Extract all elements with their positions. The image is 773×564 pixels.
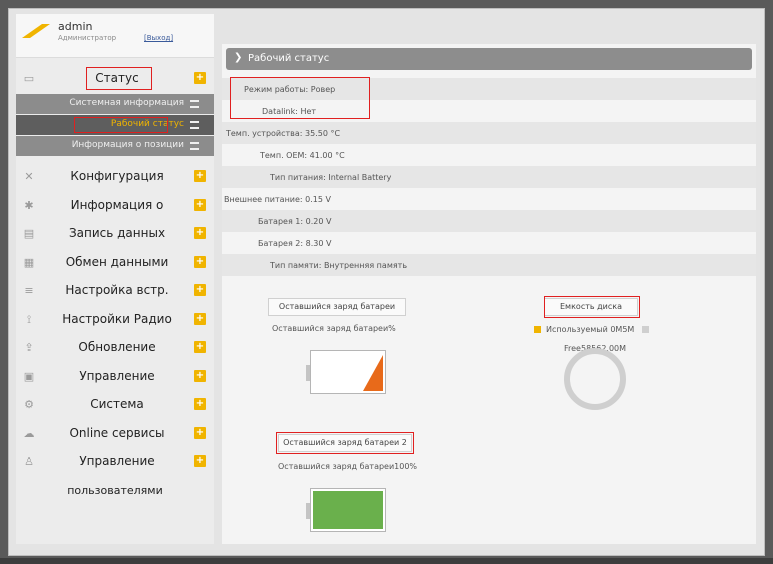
menu-label-system: Система [90,397,144,411]
battery2-value: Батарея 2: 8.30 V [258,239,332,248]
menu-label-builtin-settings: Настройка встр. [65,283,169,297]
status-row-storage-type: Тип памяти: Внутренняя память [222,254,756,276]
submenu-label-system-info: Системная информация [69,98,184,108]
menu-label-data-record: Запись данных [68,226,166,240]
battery2-level-fill [313,491,383,529]
battery1-terminal [306,365,310,381]
expand-icon[interactable]: + [194,427,206,439]
device-temp-value: Темп. устройства: 35.50 °C [226,129,341,138]
list-icon [190,142,199,150]
expand-icon[interactable]: + [194,284,206,296]
submenu-item-position-info[interactable]: Информация о позиции [16,136,214,156]
menu-label-user-management-cont: пользователями [67,484,163,497]
battery1-value: Батарея 1: 0.20 V [258,217,332,226]
menu-label-radio-settings: Настройки Радио [62,312,172,326]
chevron-right-icon: ❯ [234,52,243,63]
menu-item-user-management[interactable]: ♙ Управление + [16,449,214,475]
panel-header: ❯ Рабочий статус [226,48,752,70]
antenna-icon: ⟟ [26,313,32,326]
menu-label-data-exchange: Обмен данными [65,255,169,269]
menu-label-info: Информация о [70,198,164,212]
submenu-item-system-info[interactable]: Системная информация [16,94,214,114]
user-panel: admin Администратор [Выход] [16,14,214,58]
highlight-box-mode [230,77,370,119]
admin-role: Администратор [58,34,117,42]
admin-username: admin [58,20,93,33]
menu-item-builtin-settings[interactable]: ≡ Настройка встр. + [16,278,214,304]
menu-item-info[interactable]: ✱ Информация о + [16,193,214,219]
monitor-icon: ▭ [23,72,35,85]
ext-power-value: Внешнее питание: 0.15 V [224,195,331,204]
record-icon: ▤ [23,227,35,240]
menu-label-config: Конфигурация [70,169,164,183]
menu-label-online-services: Online сервисы [69,426,165,440]
main-panel: ❯ Рабочий статус Режим работы: Ровер Dat… [222,44,756,544]
menu-label-update: Обновление [78,340,156,354]
battery2-caption: Оставшийся заряд батареи100% [278,462,418,471]
expand-icon[interactable]: + [194,341,206,353]
update-icon: ⇪ [24,341,34,354]
gear-icon: ⚙ [24,398,34,411]
menu-item-data-record[interactable]: ▤ Запись данных + [16,221,214,247]
expand-icon[interactable]: + [194,398,206,410]
expand-icon[interactable]: + [194,313,206,325]
oem-temp-value: Темп. OEM: 41.00 °C [260,151,345,160]
menu-item-config[interactable]: ✕ Конфигурация + [16,164,214,190]
expand-icon[interactable]: + [194,370,206,382]
status-row-battery1: Батарея 1: 0.20 V [222,210,756,232]
page-title: Рабочий статус [248,53,330,64]
logout-link[interactable]: [Выход] [144,34,173,42]
status-row-power-type: Тип питания: Internal Battery [222,166,756,188]
sidebar: admin Администратор [Выход] ▭ Статус + С… [16,14,214,544]
highlight-box-battery2 [276,432,414,454]
menu-label-management: Управление [79,369,155,383]
legend-free-swatch [642,326,649,333]
menu-item-update[interactable]: ⇪ Обновление + [16,335,214,361]
list-icon [190,121,199,129]
expand-icon[interactable]: + [194,72,206,84]
highlight-box-disk [544,296,640,318]
submenu-label-position-info: Информация о позиции [71,140,184,150]
legend-used-label: Используемый 0M5M [546,325,635,334]
control-panel-icon: ▣ [23,370,35,383]
storage-type-value: Тип памяти: Внутренняя память [270,261,408,270]
list-icon [190,100,199,108]
sliders-icon: ≡ [24,284,34,297]
wrench-icon: ✕ [24,170,34,183]
status-row-device-temp: Темп. устройства: 35.50 °C [222,122,756,144]
menu-item-system[interactable]: ⚙ Система + [16,392,214,418]
menu-item-radio-settings[interactable]: ⟟ Настройки Радио + [16,307,214,333]
expand-icon[interactable]: + [194,256,206,268]
menu-item-status[interactable]: ▭ Статус + [16,66,214,92]
battery1-level-icon [363,355,383,391]
star-icon: ✱ [24,199,34,212]
battery1-icon [306,350,386,394]
battery2-terminal [306,503,310,519]
battery1-button[interactable]: Оставшийся заряд батареи [268,298,406,316]
highlight-box-work-status [74,117,168,133]
status-row-ext-power: Внешнее питание: 0.15 V [222,188,756,210]
submenu-item-work-status[interactable]: Рабочий статус [16,115,214,135]
expand-icon[interactable]: + [194,170,206,182]
battery2-icon [306,488,386,532]
menu-item-online-services[interactable]: ☁ Online сервисы + [16,421,214,447]
user-icon: ♙ [24,455,34,468]
status-row-oem-temp: Темп. OEM: 41.00 °C [222,144,756,166]
menu-label-user-management: Управление [79,454,155,468]
legend-used-swatch [534,326,541,333]
bottom-bar [0,558,773,564]
logo-icon [22,24,50,38]
cloud-icon: ☁ [23,427,35,440]
expand-icon[interactable]: + [194,455,206,467]
battery1-caption: Оставшийся заряд батареи% [272,324,396,333]
menu-item-management[interactable]: ▣ Управление + [16,364,214,390]
expand-icon[interactable]: + [194,227,206,239]
menu-item-data-exchange[interactable]: ▦ Обмен данными + [16,250,214,276]
status-row-battery2: Батарея 2: 8.30 V [222,232,756,254]
expand-icon[interactable]: + [194,199,206,211]
disk-usage-donut [564,348,626,410]
power-type-value: Тип питания: Internal Battery [270,173,392,182]
highlight-box-status [86,67,152,90]
exchange-icon: ▦ [23,256,35,269]
